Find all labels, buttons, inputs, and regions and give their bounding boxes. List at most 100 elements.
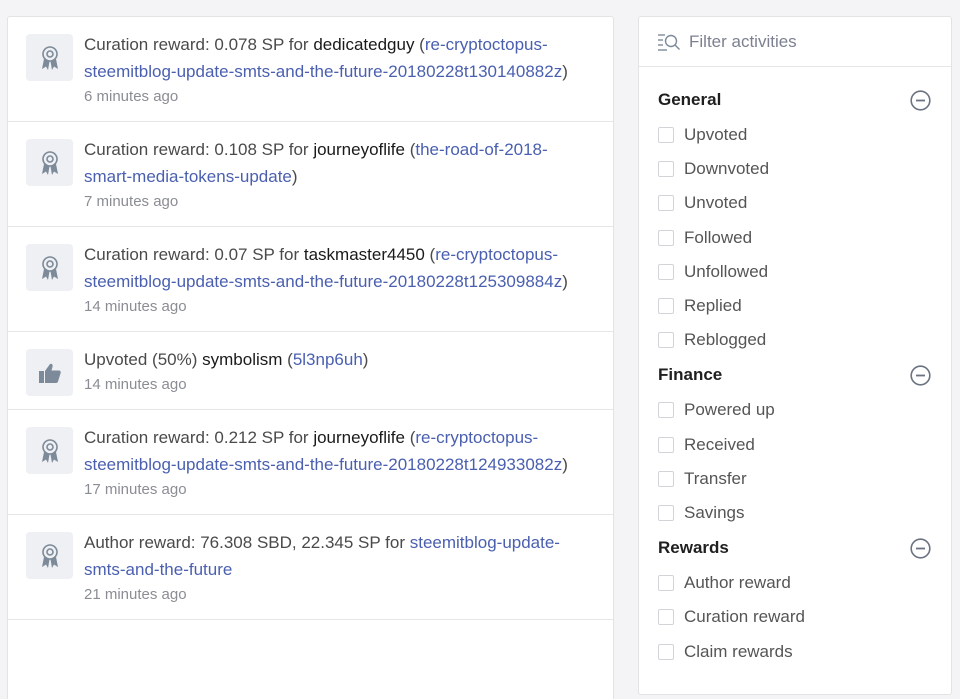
filter-option[interactable]: Unfollowed — [658, 255, 931, 289]
collapse-minus-icon[interactable] — [910, 89, 931, 111]
activity-user-link[interactable]: journeyoflife — [313, 428, 405, 447]
activity-prefix: Curation reward: 0.212 SP for — [84, 428, 314, 447]
activity-timestamp: 17 minutes ago — [84, 481, 187, 498]
checkbox[interactable] — [658, 161, 674, 178]
checkbox[interactable] — [658, 298, 674, 315]
filter-group-header: General — [658, 82, 931, 118]
filter-option-label: Downvoted — [684, 159, 770, 179]
filter-option[interactable]: Savings — [658, 496, 931, 530]
filter-option-label: Transfer — [684, 468, 747, 488]
filter-option[interactable]: Author reward — [658, 566, 931, 600]
activity-user-link[interactable]: taskmaster4450 — [304, 245, 425, 264]
checkbox[interactable] — [658, 263, 674, 280]
filter-option[interactable]: Followed — [658, 221, 931, 255]
activity-timestamp: 14 minutes ago — [84, 376, 187, 393]
filter-group-rewards: Rewards Author reward Curation reward Claim… — [639, 530, 951, 669]
filter-group-title: Finance — [658, 365, 723, 385]
activity-item: Upvoted (50%) symbolism (5l3np6uh) 14 min… — [8, 332, 613, 410]
activity-paren-open: ( — [414, 35, 425, 54]
filter-option-label: Powered up — [684, 400, 775, 420]
checkbox[interactable] — [658, 195, 674, 212]
filter-option-label: Unvoted — [684, 193, 748, 213]
activity-paren-close: ) — [362, 350, 369, 369]
filter-group-finance: Finance Powered up Received Transfer Savings — [639, 357, 951, 530]
collapse-minus-icon[interactable] — [910, 537, 931, 559]
filter-option-label: Curation reward — [684, 607, 805, 627]
filter-option[interactable]: Downvoted — [658, 152, 931, 186]
activity-timestamp: 7 minutes ago — [84, 193, 179, 210]
activity-paren-open: ( — [424, 245, 436, 264]
activity-paren-open: ( — [404, 140, 416, 159]
activity-timestamp: 6 minutes ago — [84, 88, 179, 105]
filter-option[interactable]: Claim rewards — [658, 634, 931, 668]
activity-description: Curation reward: 0.212 SP for journeyofl… — [84, 424, 589, 478]
filter-option[interactable]: Reblogged — [658, 323, 931, 357]
thumbs-up-icon — [26, 349, 73, 396]
activity-description: Upvoted (50%) symbolism (5l3np6uh) — [84, 346, 589, 373]
activity-prefix: Curation reward: 0.078 SP for — [84, 35, 314, 54]
activity-post-link[interactable]: 5l3np6uh — [293, 350, 363, 369]
activity-timestamp: 14 minutes ago — [84, 298, 187, 315]
checkbox[interactable] — [658, 332, 674, 349]
activity-paren-close: ) — [562, 455, 568, 474]
activity-user-link[interactable]: journeyoflife — [313, 140, 405, 159]
filter-option-label: Unfollowed — [684, 261, 769, 281]
activity-description: Author reward: 76.308 SBD, 22.345 SP for… — [84, 529, 589, 583]
filter-input-placeholder[interactable]: Filter activities — [689, 32, 797, 52]
filter-search-field[interactable]: Filter activities — [639, 17, 951, 67]
filter-option[interactable]: Curation reward — [658, 600, 931, 634]
checkbox[interactable] — [658, 402, 674, 419]
activity-user-link[interactable]: symbolism — [202, 350, 282, 369]
checkbox[interactable] — [658, 470, 674, 487]
checkbox[interactable] — [658, 643, 674, 660]
checkbox[interactable] — [658, 229, 674, 246]
collapse-minus-icon[interactable] — [910, 365, 931, 386]
filter-group-title: General — [658, 90, 722, 109]
filter-option-label: Claim rewards — [684, 641, 793, 661]
award-icon — [26, 244, 73, 291]
checkbox[interactable] — [658, 609, 674, 626]
filter-option-label: Savings — [684, 502, 745, 522]
checkbox[interactable] — [658, 436, 674, 453]
activity-description: Curation reward: 0.078 SP for dedicatedg… — [84, 31, 589, 85]
activity-feed: Curation reward: 0.078 SP for dedicatedg… — [7, 16, 614, 699]
checkbox[interactable] — [658, 127, 674, 144]
filter-option[interactable]: Upvoted — [658, 118, 931, 152]
activity-description: Curation reward: 0.108 SP for journeyofl… — [84, 136, 589, 190]
filter-option-label: Followed — [684, 227, 753, 247]
activity-paren-open: ( — [404, 428, 416, 447]
activity-user-link[interactable]: dedicatedguy — [313, 35, 414, 54]
award-icon — [26, 34, 73, 81]
checkbox[interactable] — [658, 504, 674, 521]
activity-paren-close: ) — [562, 62, 568, 81]
filter-option-label: Upvoted — [684, 125, 748, 145]
activity-timestamp: 21 minutes ago — [84, 586, 187, 603]
activity-item: Author reward: 76.308 SBD, 22.345 SP for… — [8, 515, 613, 620]
filter-option[interactable]: Replied — [658, 289, 931, 323]
filter-group-general: General Upvoted Downvoted Unvoted Followed Un… — [639, 82, 951, 357]
activity-item: Curation reward: 0.108 SP for journeyofl… — [8, 122, 613, 227]
activity-paren-open: ( — [282, 350, 293, 369]
checkbox[interactable] — [658, 575, 674, 592]
activity-description: Curation reward: 0.07 SP for taskmaster4… — [84, 241, 589, 295]
filter-option[interactable]: Transfer — [658, 462, 931, 496]
activity-prefix: Curation reward: 0.07 SP for — [84, 245, 304, 264]
activity-item: Curation reward: 0.078 SP for dedicatedg… — [8, 17, 613, 122]
award-icon — [26, 139, 73, 186]
filter-option[interactable]: Powered up — [658, 393, 931, 427]
filter-option[interactable]: Received — [658, 428, 931, 462]
filter-group-header: Rewards — [658, 530, 931, 566]
filter-option-label: Author reward — [684, 573, 791, 593]
activity-item: Curation reward: 0.07 SP for taskmaster4… — [8, 227, 613, 332]
filter-option-label: Replied — [684, 296, 742, 316]
activity-item: Curation reward: 0.212 SP for journeyofl… — [8, 410, 613, 515]
activity-prefix: Author reward: 76.308 SBD, 22.345 SP for — [84, 533, 410, 552]
activity-paren-close: ) — [562, 272, 568, 291]
award-icon — [26, 532, 73, 579]
filter-option-label: Received — [684, 434, 755, 454]
filter-panel: Filter activities General Upvoted Downvote… — [638, 16, 952, 695]
filter-option-label: Reblogged — [684, 330, 767, 350]
filter-option[interactable]: Unvoted — [658, 186, 931, 220]
activity-prefix: Upvoted (50%) — [84, 350, 203, 369]
activity-paren-close: ) — [291, 167, 298, 186]
